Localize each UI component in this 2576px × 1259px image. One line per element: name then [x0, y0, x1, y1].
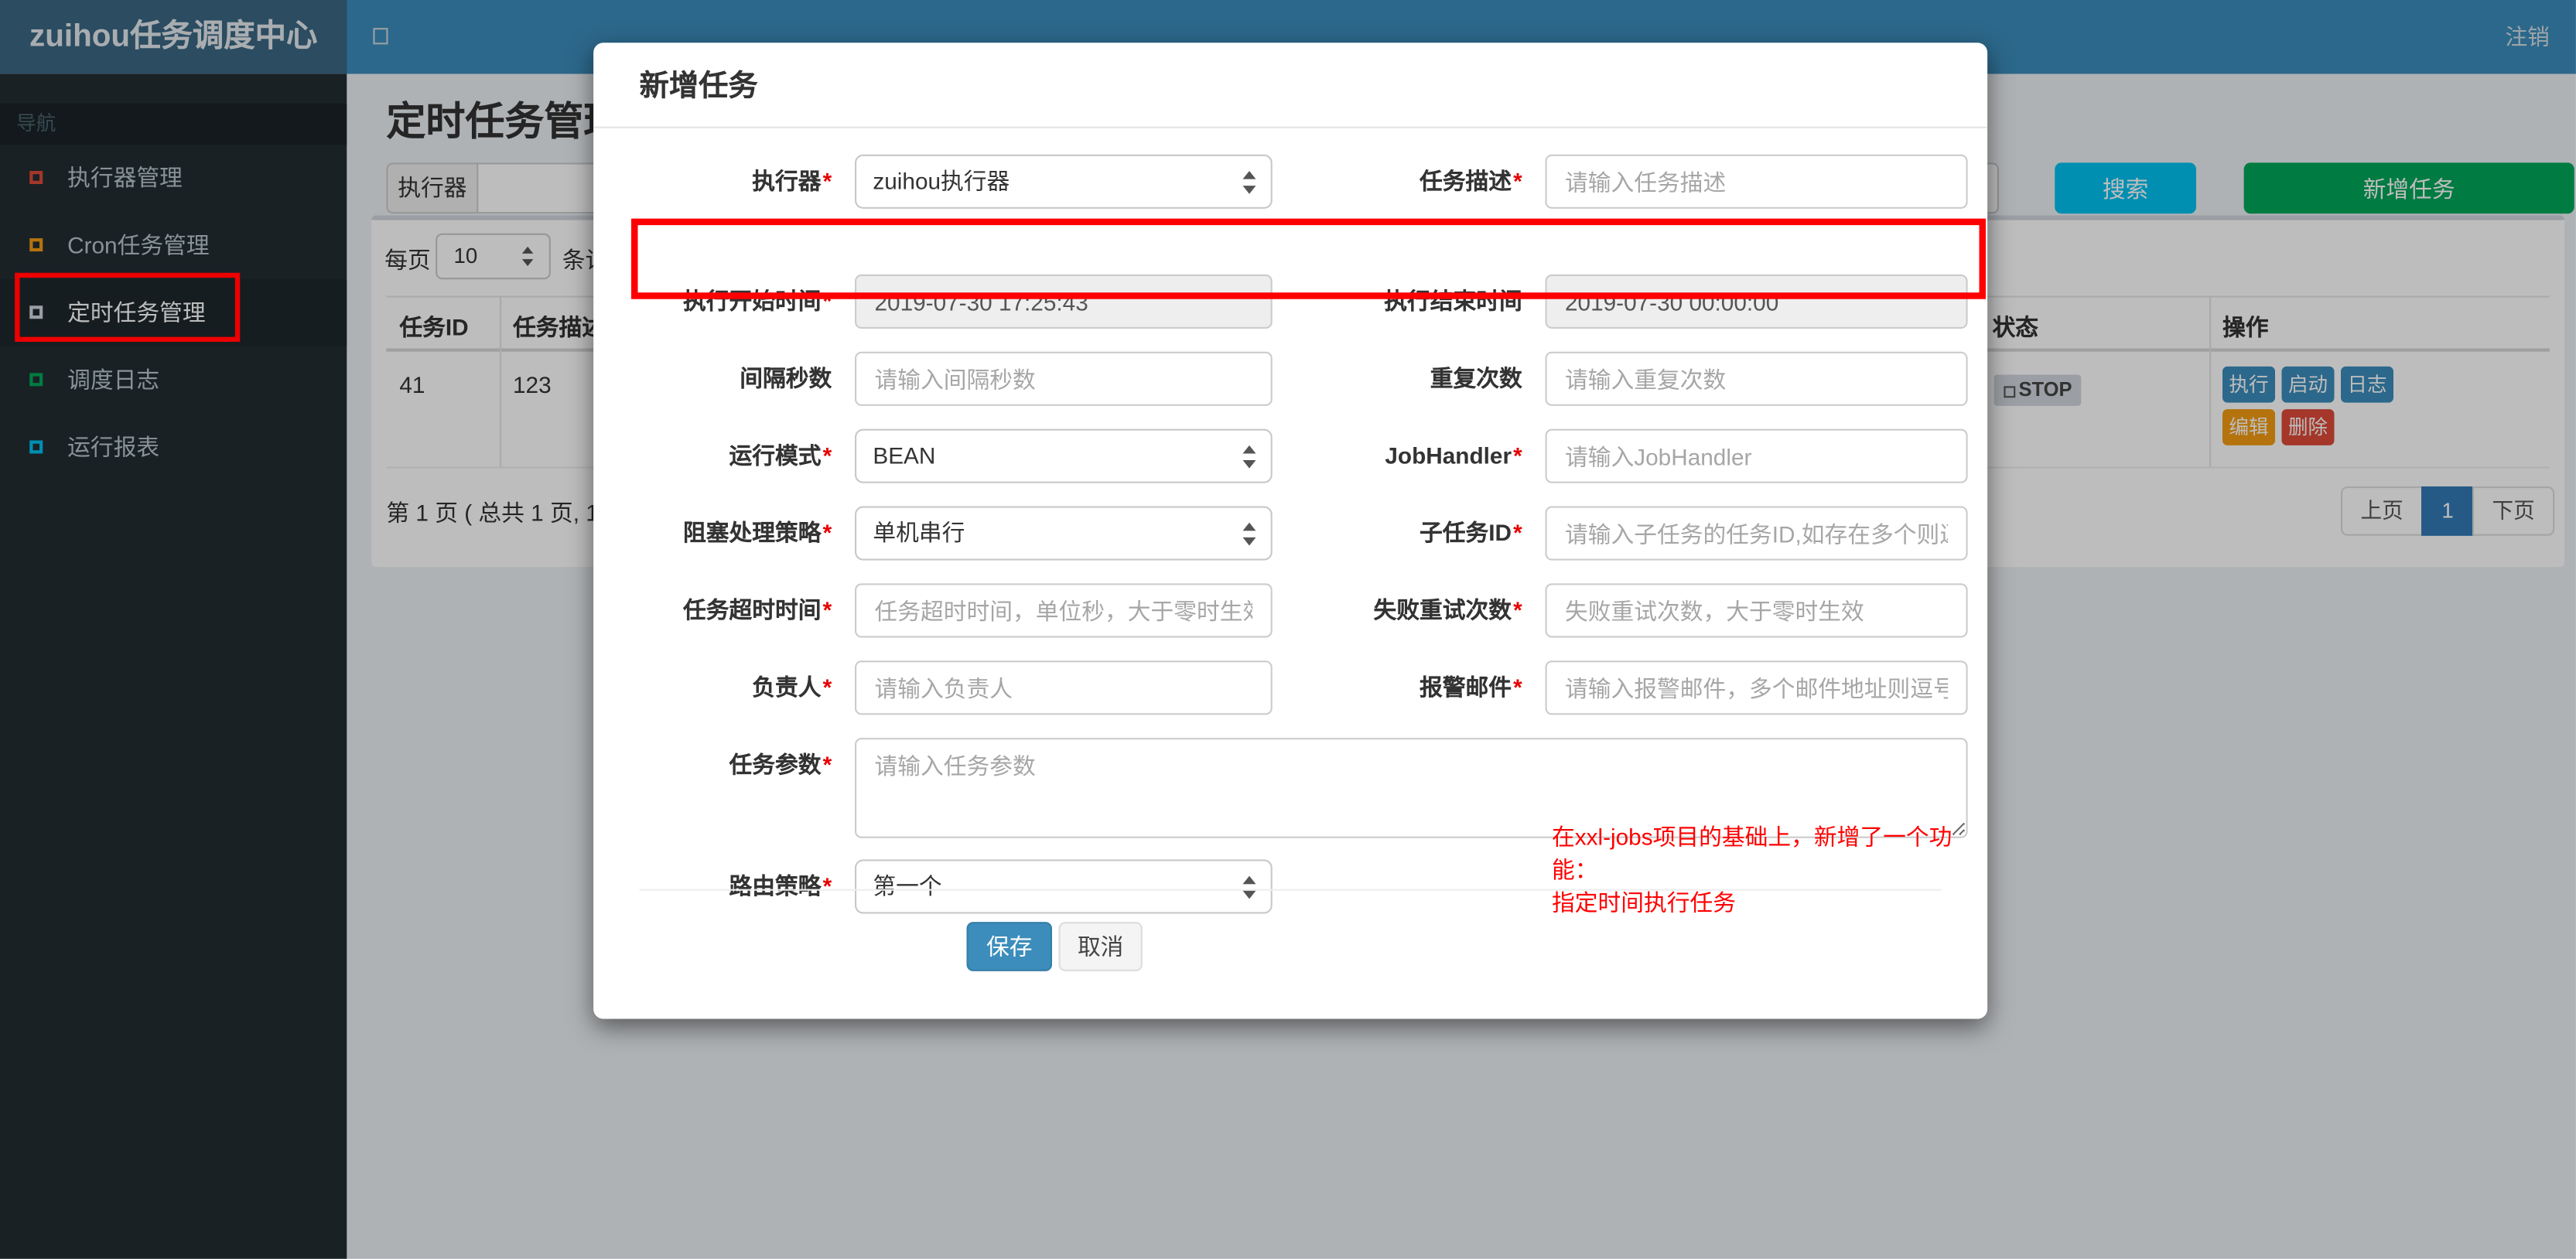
executor-select[interactable]: zuihou执行器 — [855, 154, 1273, 209]
annotation-box-time-row — [631, 218, 1986, 299]
block-strategy-label: 阻塞处理策略 * — [683, 519, 832, 546]
timeout-input[interactable] — [855, 583, 1273, 638]
job-handler-label: JobHandler * — [1385, 442, 1522, 469]
job-handler-input[interactable] — [1545, 428, 1968, 483]
feature-note-line2: 指定时间执行任务 — [1552, 889, 1736, 916]
stage: zuihou任务调度中心 注销 导航 执行器管理 Cron任务管理 定时任务管理 — [0, 0, 2576, 1259]
form-row-5: 阻塞处理策略 * 单机串行 子任务ID * — [593, 506, 1987, 561]
select-caret-icon — [1242, 521, 1256, 545]
block-strategy-select[interactable]: 单机串行 — [855, 506, 1273, 561]
modal-title: 新增任务 — [639, 69, 758, 102]
route-strategy-label: 路由策略 * — [729, 872, 832, 899]
modal-header: 新增任务 — [593, 43, 1988, 128]
job-param-label: 任务参数 * — [729, 751, 832, 778]
interval-input[interactable] — [855, 351, 1273, 406]
route-strategy-select[interactable]: 第一个 — [855, 859, 1273, 914]
annotation-box-sidebar-item — [15, 272, 241, 342]
form-row-7: 负责人* 报警邮件* — [593, 660, 1987, 715]
alarm-email-input[interactable] — [1545, 660, 1968, 715]
add-task-modal: 新增任务 执行器* zuihou执行器 任务描述* 执行开始时间* 执行结束时间… — [593, 43, 1988, 1019]
form-row-3: 间隔秒数 重复次数 — [593, 351, 1987, 406]
child-job-label: 子任务ID * — [1420, 519, 1522, 546]
form-row-4: 运行模式 * BEAN JobHandler * — [593, 428, 1987, 483]
run-mode-select[interactable]: BEAN — [855, 428, 1273, 483]
feature-note-line1: 在xxl-jobs项目的基础上，新增了一个功能： — [1552, 823, 1952, 883]
select-caret-icon — [1242, 875, 1256, 899]
select-caret-icon — [1242, 169, 1256, 193]
owner-input[interactable] — [855, 660, 1273, 715]
owner-label: 负责人 * — [752, 674, 832, 701]
repeat-count-input[interactable] — [1545, 351, 1968, 406]
feature-note: 在xxl-jobs项目的基础上，新增了一个功能： 指定时间执行任务 — [1552, 820, 1987, 919]
child-job-input[interactable] — [1545, 506, 1968, 561]
job-desc-input[interactable] — [1545, 154, 1968, 209]
form-row-1: 执行器 * zuihou执行器 任务描述 * — [593, 154, 1987, 209]
repeat-count-label: 重复次数 — [1430, 364, 1522, 391]
select-caret-icon — [1242, 444, 1256, 468]
job-desc-label: 任务描述 * — [1420, 167, 1522, 194]
timeout-label: 任务超时时间 * — [683, 596, 832, 623]
modal-divider — [639, 889, 1942, 891]
cancel-button[interactable]: 取消 — [1058, 922, 1143, 971]
fail-retry-label: 失败重试次数 * — [1373, 596, 1522, 623]
run-mode-label: 运行模式 * — [729, 442, 832, 469]
fail-retry-input[interactable] — [1545, 583, 1968, 638]
alarm-email-label: 报警邮件 * — [1420, 674, 1522, 701]
save-button[interactable]: 保存 — [966, 922, 1052, 971]
form-row-6: 任务超时时间* 失败重试次数* — [593, 583, 1987, 638]
executor-label: 执行器 * — [752, 167, 832, 194]
interval-label: 间隔秒数 — [740, 364, 832, 391]
